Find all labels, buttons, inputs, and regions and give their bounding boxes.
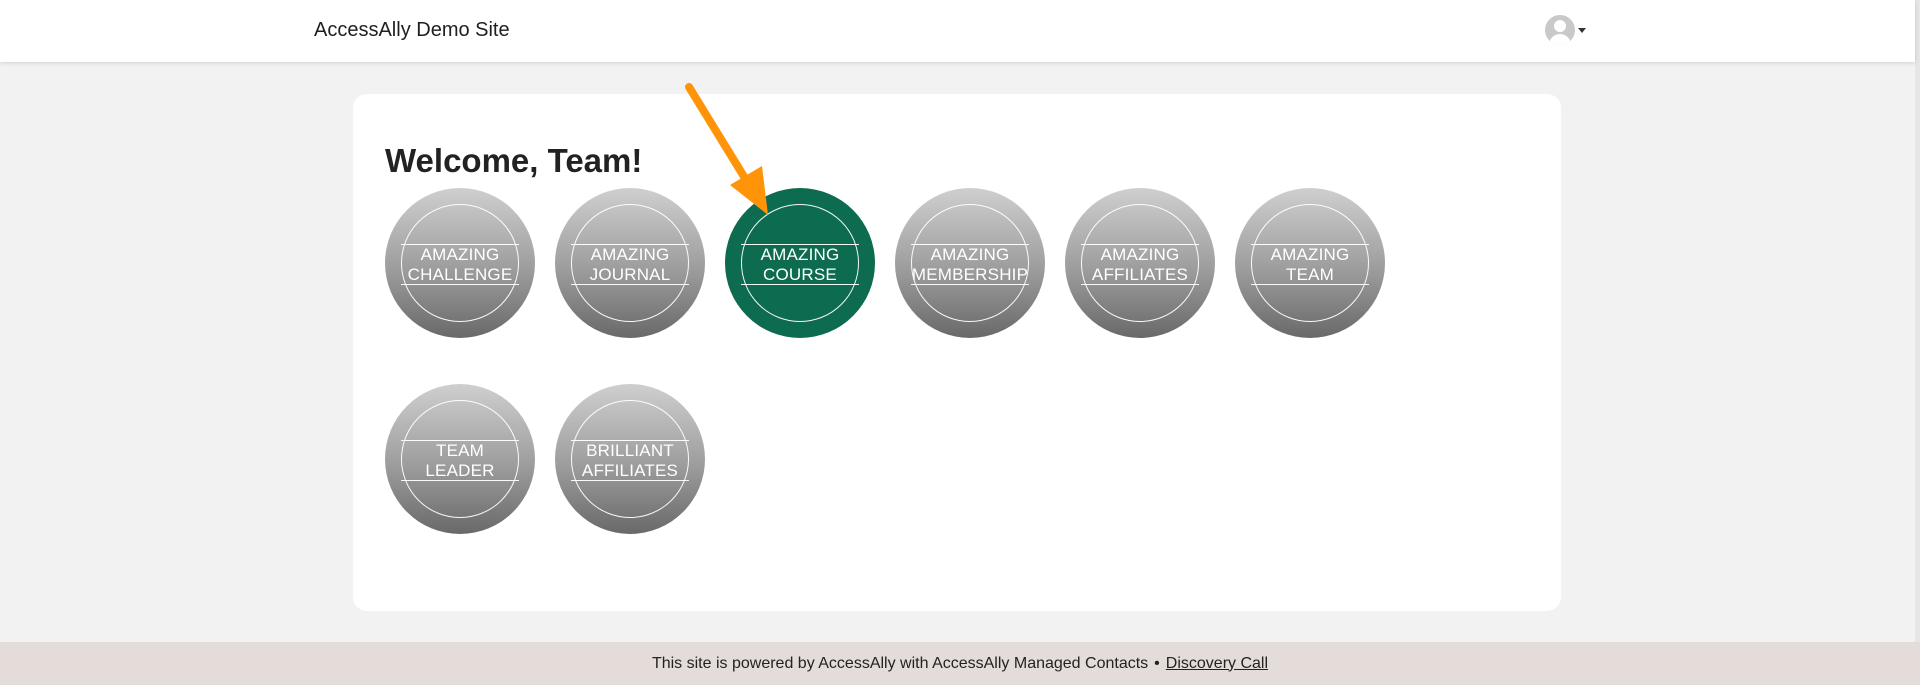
dashboard-card: Welcome, Team! Amazing Challenge Amazing J… xyxy=(353,94,1561,611)
tile-amazing-team[interactable]: Amazing Team xyxy=(1235,188,1385,338)
tile-label: Amazing Membership xyxy=(911,245,1029,284)
site-footer: This site is powered by AccessAlly with … xyxy=(0,642,1920,685)
tile-label: Amazing Challenge xyxy=(407,245,513,284)
tile-team-leader[interactable]: Team Leader xyxy=(385,384,535,534)
tile-amazing-course[interactable]: Amazing Course xyxy=(725,188,875,338)
caret-down-icon xyxy=(1578,27,1586,33)
site-title[interactable]: AccessAlly Demo Site xyxy=(314,19,510,42)
tile-amazing-challenge[interactable]: Amazing Challenge xyxy=(385,188,535,338)
scrollbar[interactable] xyxy=(1915,0,1920,642)
course-tiles: Amazing Challenge Amazing Journal Amazing C… xyxy=(385,188,1485,588)
tile-label: Amazing Course xyxy=(760,245,840,284)
tile-amazing-journal[interactable]: Amazing Journal xyxy=(555,188,705,338)
footer-text: This site is powered by AccessAlly with … xyxy=(651,654,1149,672)
tile-label: Amazing Team xyxy=(1270,245,1350,284)
tile-label: Amazing Affiliates xyxy=(1091,245,1189,284)
discovery-call-link[interactable]: Discovery Call xyxy=(1166,655,1268,673)
tile-brilliant-affiliates[interactable]: Brilliant Affiliates xyxy=(555,384,705,534)
tile-label: Team Leader xyxy=(425,441,495,480)
footer-separator: • xyxy=(1154,654,1160,672)
user-menu-button[interactable] xyxy=(1545,15,1586,45)
tile-label: Brilliant Affiliates xyxy=(581,441,679,480)
top-navbar: AccessAlly Demo Site xyxy=(0,0,1915,62)
welcome-heading: Welcome, Team! xyxy=(385,142,643,179)
tile-amazing-affiliates[interactable]: Amazing Affiliates xyxy=(1065,188,1215,338)
tile-amazing-membership[interactable]: Amazing Membership xyxy=(895,188,1045,338)
user-avatar-icon xyxy=(1545,15,1575,45)
tile-label: Amazing Journal xyxy=(589,245,671,284)
